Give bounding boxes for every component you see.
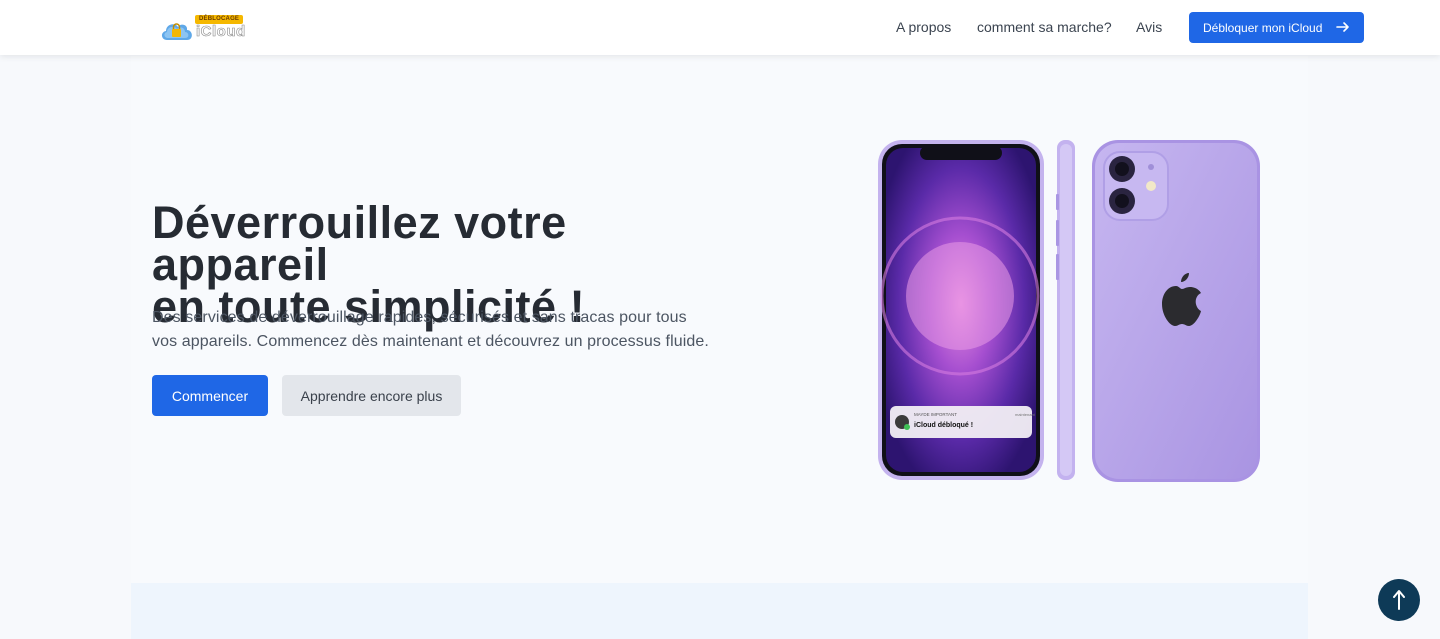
nav-link-how-it-works[interactable]: comment sa marche? — [977, 19, 1112, 35]
phone-side — [1056, 140, 1075, 480]
arrow-right-icon — [1336, 22, 1349, 32]
nav-link-about[interactable]: A propos — [896, 19, 951, 35]
hero-title-line-1: Déverrouillez votre appareil — [152, 197, 567, 290]
notification-time: maintenant — [1015, 412, 1036, 417]
get-started-button[interactable]: Commencer — [152, 375, 268, 416]
phone-front: MAYDE IMPORTANT maintenant iCloud débloq… — [878, 140, 1044, 480]
cloud-lock-icon — [161, 23, 192, 40]
unlock-notification: MAYDE IMPORTANT maintenant iCloud débloq… — [890, 406, 1036, 438]
nav-link-reviews[interactable]: Avis — [1136, 19, 1162, 35]
scroll-to-top-button[interactable] — [1378, 579, 1420, 621]
iphone-illustration: MAYDE IMPORTANT maintenant iCloud débloq… — [878, 140, 1260, 482]
next-section-band — [131, 583, 1308, 639]
notification-message: iCloud débloqué ! — [914, 422, 973, 429]
unlock-icloud-button-label: Débloquer mon iCloud — [1203, 20, 1323, 35]
site-header: DÉBLOCAGE iCloud A propos comment sa mar… — [0, 0, 1440, 55]
notification-app: MAYDE IMPORTANT — [914, 412, 957, 417]
site-logo[interactable]: DÉBLOCAGE iCloud — [159, 13, 245, 43]
hero-subtitle: Des services de déverrouillage rapides, … — [152, 309, 709, 350]
arrow-up-icon — [1393, 590, 1405, 610]
learn-more-button[interactable]: Apprendre encore plus — [282, 375, 461, 416]
phone-back — [1092, 140, 1260, 482]
unlock-icloud-button[interactable]: Débloquer mon iCloud — [1189, 12, 1364, 43]
logo-wordmark: iCloud — [196, 23, 246, 41]
